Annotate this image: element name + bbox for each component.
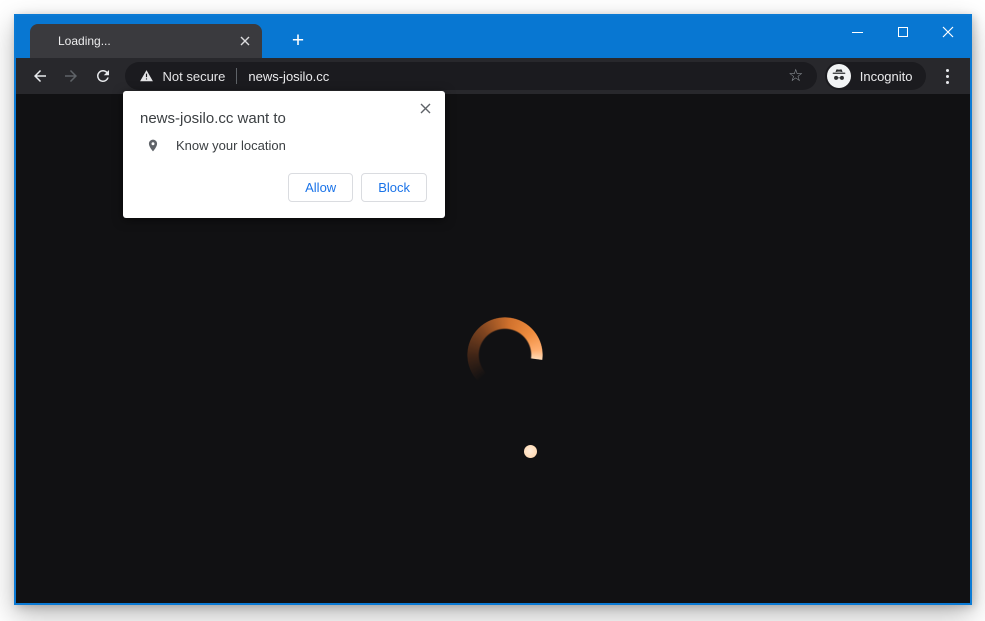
allow-button[interactable]: Allow	[288, 173, 353, 202]
warning-triangle-icon	[139, 69, 154, 83]
minimize-icon	[852, 32, 863, 33]
address-bar[interactable]: Not secure news-josilo.cc ☆	[125, 62, 817, 90]
maximize-icon	[898, 27, 908, 37]
permission-request-text: Know your location	[176, 138, 286, 153]
maximize-button[interactable]	[880, 16, 925, 48]
block-button[interactable]: Block	[361, 173, 427, 202]
back-button[interactable]	[24, 60, 56, 92]
not-secure-label: Not secure	[163, 69, 226, 84]
incognito-label: Incognito	[860, 69, 913, 84]
forward-button[interactable]	[56, 60, 88, 92]
close-icon	[240, 36, 250, 46]
titlebar: Loading... +	[16, 16, 970, 58]
forward-arrow-icon	[62, 67, 80, 85]
close-icon	[420, 103, 431, 114]
close-window-button[interactable]	[925, 16, 970, 48]
browser-window: Loading... +	[14, 14, 972, 605]
loading-spinner-head	[524, 445, 537, 458]
incognito-badge: Incognito	[825, 62, 926, 90]
window-controls	[835, 16, 970, 48]
tab-close-button[interactable]	[234, 30, 256, 52]
bookmark-star-button[interactable]: ☆	[783, 63, 809, 89]
permission-dialog: news-josilo.cc want to Know your locatio…	[123, 91, 445, 218]
minimize-button[interactable]	[835, 16, 880, 48]
incognito-icon	[831, 68, 847, 84]
browser-menu-button[interactable]	[933, 61, 963, 91]
location-pin-icon	[146, 137, 160, 154]
omnibox-divider	[236, 68, 237, 84]
kebab-menu-icon	[946, 69, 949, 72]
dialog-close-button[interactable]	[415, 98, 435, 118]
new-tab-button[interactable]: +	[276, 24, 320, 58]
url-text: news-josilo.cc	[248, 69, 329, 84]
tab-title: Loading...	[58, 34, 234, 48]
tab-loading[interactable]: Loading...	[30, 24, 262, 58]
reload-button[interactable]	[87, 60, 119, 92]
reload-icon	[94, 67, 112, 85]
toolbar: Not secure news-josilo.cc ☆ Incognito	[16, 58, 970, 94]
loading-spinner	[467, 317, 543, 393]
dialog-title: news-josilo.cc want to	[140, 110, 286, 127]
incognito-avatar	[827, 64, 851, 88]
plus-icon: +	[292, 29, 304, 53]
back-arrow-icon	[31, 67, 49, 85]
close-icon	[942, 26, 954, 38]
star-icon: ☆	[788, 66, 803, 86]
